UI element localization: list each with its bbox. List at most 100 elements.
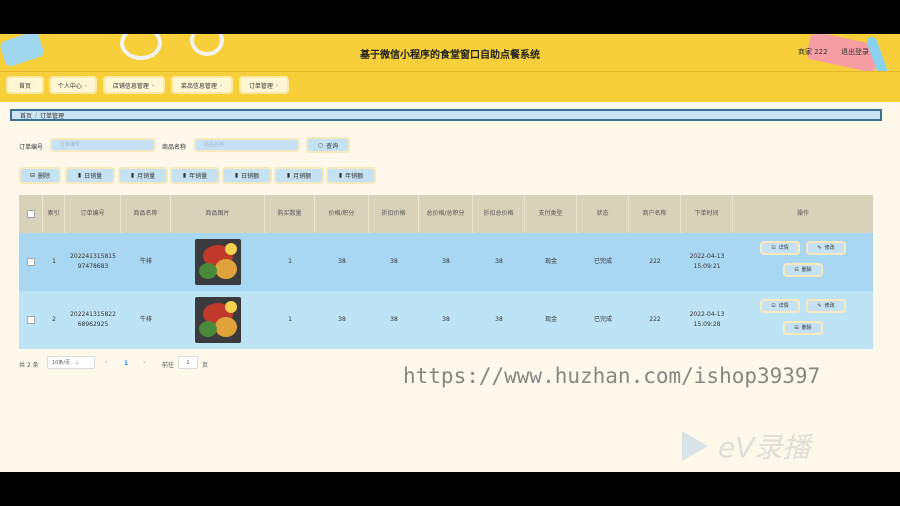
goto-page-input[interactable]: 1 bbox=[178, 356, 198, 369]
logout-link[interactable]: 退出登录 bbox=[841, 47, 869, 57]
chevron-down-icon: ⌄ bbox=[218, 82, 224, 88]
table-row: 2 20224131582268962925 牛排 1 38 38 38 38 … bbox=[19, 291, 873, 349]
table-header: 索引 订单编号 商品名称 商品图片 购买数量 价格/积分 折扣价格 总价格/总积… bbox=[19, 195, 873, 233]
product-image[interactable] bbox=[195, 239, 241, 285]
nav-label: 个人中心 bbox=[57, 82, 82, 90]
status-cell: 已完成 bbox=[593, 258, 612, 265]
batch-delete-button[interactable]: ⊟ 删除 bbox=[19, 167, 61, 184]
button-label: 删除 bbox=[38, 173, 51, 180]
query-label: 查询 bbox=[326, 142, 339, 150]
price-cell: 38 bbox=[338, 316, 346, 323]
food-item bbox=[215, 317, 237, 337]
next-page-icon[interactable]: › bbox=[143, 359, 145, 366]
food-item bbox=[225, 301, 237, 313]
nav-home[interactable]: 首页 bbox=[6, 76, 44, 94]
page-size-value: 10条/页 bbox=[52, 360, 71, 366]
discount-price-cell: 38 bbox=[390, 258, 398, 265]
product-cell: 牛排 bbox=[139, 316, 152, 323]
food-item bbox=[215, 259, 237, 279]
food-item bbox=[225, 243, 237, 255]
index-cell: 2 bbox=[52, 316, 56, 323]
merchant-cell: 222 bbox=[649, 316, 661, 323]
button-label: 年销额 bbox=[345, 173, 364, 180]
header-bar: 基于微信小程序的食堂窗口自助点餐系统 商家 222 退出登录 bbox=[0, 34, 900, 77]
trash-icon: ⊟ bbox=[29, 172, 35, 179]
time-cell: 2022-04-13 15:09:21 bbox=[689, 253, 725, 270]
page-size-select[interactable]: 10条/页 ⌄ bbox=[47, 356, 95, 369]
yearly-sales-button[interactable]: ▮ 年销量 bbox=[170, 167, 220, 184]
trash-icon: ⊟ bbox=[794, 267, 799, 273]
trash-icon: ⊟ bbox=[794, 325, 799, 331]
search-icon: ○ bbox=[317, 141, 324, 149]
merchant-name: 商家 222 bbox=[798, 48, 828, 56]
chevron-down-icon: ⌄ bbox=[150, 82, 156, 88]
nav-shop-info[interactable]: 店铺信息管理 ⌄ bbox=[103, 76, 165, 94]
select-all-cell bbox=[19, 195, 43, 233]
column-header: 商品名称 bbox=[121, 195, 171, 233]
nav-dish-info[interactable]: 菜品信息管理 ⌄ bbox=[171, 76, 233, 94]
nav-order-management[interactable]: 订单管理 ⌄ bbox=[239, 76, 289, 94]
edit-icon: ✎ bbox=[817, 245, 822, 251]
order-no-label: 订单编号 bbox=[19, 144, 44, 151]
nav-label: 订单管理 bbox=[248, 82, 273, 90]
status-cell: 已完成 bbox=[593, 316, 612, 323]
url-watermark: https://www.huzhan.com/ishop39397 bbox=[403, 364, 821, 388]
detail-icon: ⊡ bbox=[771, 303, 776, 309]
edit-icon: ✎ bbox=[817, 303, 822, 309]
food-item bbox=[199, 263, 217, 279]
product-image[interactable] bbox=[195, 297, 241, 343]
detail-button[interactable]: ⊡ 详情 bbox=[760, 241, 800, 255]
row-select-cell bbox=[19, 233, 43, 291]
edit-button[interactable]: ✎ 修改 bbox=[806, 299, 846, 313]
breadcrumb: 首页 / 订单管理 bbox=[10, 109, 882, 121]
monthly-sales-button[interactable]: ▮ 月销量 bbox=[118, 167, 168, 184]
nav-personal-center[interactable]: 个人中心 ⌄ bbox=[49, 76, 97, 94]
daily-revenue-button[interactable]: ▮ 日销额 bbox=[222, 167, 272, 184]
quantity-cell: 1 bbox=[288, 316, 292, 323]
query-button[interactable]: ○ 查询 bbox=[306, 137, 350, 153]
button-label: 年销量 bbox=[189, 173, 208, 180]
select-all-checkbox[interactable] bbox=[26, 210, 35, 218]
order-no-text: 20224131582268962925 bbox=[70, 311, 116, 328]
recorder-watermark: eV录播 bbox=[680, 426, 810, 466]
pay-type-cell: 现金 bbox=[544, 316, 557, 323]
actions-cell: ⊡ 详情 ✎ 修改 ⊟ 删除 bbox=[733, 233, 873, 291]
button-label: 详情 bbox=[778, 245, 789, 251]
table-row: 1 20224131581597478683 牛排 1 38 38 38 38 … bbox=[19, 233, 873, 291]
food-item bbox=[199, 321, 217, 337]
row-checkbox[interactable] bbox=[27, 258, 35, 266]
column-header: 购买数量 bbox=[265, 195, 315, 233]
nav-label: 店铺信息管理 bbox=[112, 82, 149, 90]
goto-label: 前往 bbox=[162, 362, 175, 369]
yearly-revenue-button[interactable]: ▮ 年销额 bbox=[326, 167, 376, 184]
chevron-down-icon: ⌄ bbox=[274, 82, 280, 88]
page-unit: 页 bbox=[202, 362, 209, 369]
app-window: 基于微信小程序的食堂窗口自助点餐系统 商家 222 退出登录 首页 个人中心 ⌄ … bbox=[0, 34, 900, 472]
daily-sales-button[interactable]: ▮ 日销量 bbox=[65, 167, 115, 184]
chevron-down-icon: ⌄ bbox=[75, 359, 80, 366]
breadcrumb-home[interactable]: 首页 bbox=[20, 111, 32, 120]
actions-cell: ⊡ 详情 ✎ 修改 ⊟ 删除 bbox=[733, 291, 873, 349]
product-cell: 牛排 bbox=[139, 258, 152, 265]
row-checkbox[interactable] bbox=[27, 316, 35, 324]
delete-button[interactable]: ⊟ 删除 bbox=[783, 321, 823, 335]
delete-button[interactable]: ⊟ 删除 bbox=[783, 263, 823, 277]
column-header: 折扣价格 bbox=[369, 195, 419, 233]
bar-chart-icon: ▮ bbox=[234, 172, 239, 179]
button-label: 修改 bbox=[824, 303, 835, 309]
image-cell bbox=[171, 291, 265, 349]
current-page[interactable]: 1 bbox=[124, 360, 128, 367]
column-header: 总价格/总积分 bbox=[419, 195, 473, 233]
order-no-input[interactable]: 订单编号 bbox=[50, 138, 156, 152]
monthly-revenue-button[interactable]: ▮ 月销额 bbox=[274, 167, 324, 184]
bar-chart-icon: ▮ bbox=[338, 172, 343, 179]
page-title: 基于微信小程序的食堂窗口自助点餐系统 bbox=[360, 50, 540, 61]
edit-button[interactable]: ✎ 修改 bbox=[806, 241, 846, 255]
breadcrumb-separator: / bbox=[35, 111, 38, 119]
column-header: 价格/积分 bbox=[315, 195, 369, 233]
prev-page-icon[interactable]: ‹ bbox=[105, 359, 107, 366]
product-name-input[interactable]: 商品名称 bbox=[194, 138, 300, 152]
detail-button[interactable]: ⊡ 详情 bbox=[760, 299, 800, 313]
column-header: 支付类型 bbox=[525, 195, 577, 233]
row-select-cell bbox=[19, 291, 43, 349]
